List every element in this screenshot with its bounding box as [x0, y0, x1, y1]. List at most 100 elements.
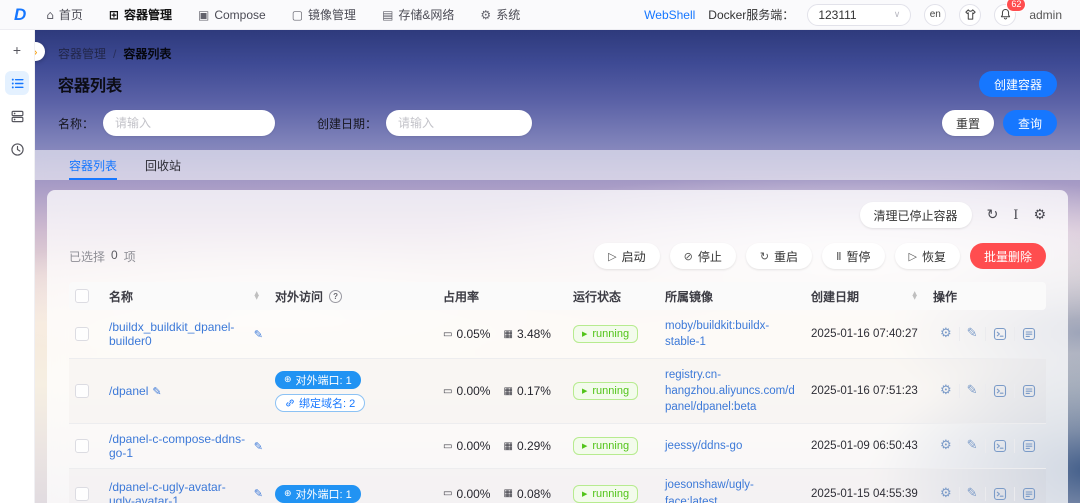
username-menu[interactable]: admin — [1029, 8, 1062, 22]
logs-icon[interactable] — [1013, 439, 1043, 454]
table-row: /dpanel ✎ ⊕ 对外端口: 1 绑定域名: 2 ▭ 0.00% ▦ 0.17%… — [69, 359, 1046, 425]
language-button[interactable]: en — [924, 3, 947, 26]
webshell-link[interactable]: WebShell — [644, 8, 695, 22]
column-header-created[interactable]: 创建日期 ▲ ▼ — [805, 288, 927, 305]
image-link[interactable]: moby/buildkit:buildx-stable-1 — [665, 318, 799, 350]
container-settings-icon[interactable]: ⚙ — [933, 486, 959, 501]
container-edit-icon[interactable]: ✎ — [958, 439, 985, 454]
column-header-ops: 操作 — [933, 289, 958, 304]
image-link[interactable]: joesonshaw/ugly-face:latest — [665, 477, 799, 503]
nav-item-storage-network[interactable]: ▤ 存储&网络 — [382, 6, 454, 23]
logs-icon[interactable] — [1013, 486, 1043, 501]
row-checkbox[interactable] — [75, 384, 89, 399]
bound-domain-badge[interactable]: 绑定域名: 2 — [275, 393, 366, 412]
breadcrumb-separator: / — [113, 46, 117, 61]
row-checkbox[interactable] — [75, 486, 89, 501]
container-edit-icon[interactable]: ✎ — [958, 384, 985, 399]
memory-icon: ▦ — [503, 440, 513, 452]
terminal-icon[interactable] — [984, 327, 1014, 342]
nav-item-images[interactable]: ▢ 镜像管理 — [292, 6, 356, 23]
clean-stopped-button[interactable]: 清理已停止容器 — [859, 202, 972, 228]
logs-icon[interactable] — [1013, 327, 1043, 342]
logs-icon[interactable] — [1013, 384, 1043, 399]
container-settings-icon[interactable]: ⚙ — [933, 327, 959, 341]
docker-host-label: Docker服务端： — [708, 8, 795, 22]
stop-icon: ⊘ — [683, 249, 693, 263]
dpanel-logo[interactable]: D — [14, 5, 26, 25]
pause-button[interactable]: Ⅱ 暂停 — [822, 243, 885, 269]
nav-item-home[interactable]: ⌂ 首页 — [46, 6, 83, 23]
breadcrumb-parent[interactable]: 容器管理 — [58, 45, 106, 62]
column-header-name[interactable]: 名称 ▲ ▼ — [103, 288, 269, 305]
sidebar-item-resources[interactable] — [5, 104, 29, 128]
rename-icon[interactable]: ✎ — [254, 328, 263, 341]
select-all-checkbox[interactable] — [75, 289, 89, 303]
container-settings-icon[interactable]: ⚙ — [933, 384, 959, 398]
terminal-icon[interactable] — [984, 486, 1014, 501]
tab-recycle-bin[interactable]: 回收站 — [145, 150, 181, 180]
create-container-button[interactable]: 创建容器 — [978, 71, 1057, 97]
memory-icon: ▦ — [503, 385, 513, 397]
memory-icon: ▦ — [503, 488, 513, 500]
status-badge: ▶ running — [573, 325, 639, 344]
rename-icon[interactable]: ✎ — [254, 487, 263, 500]
column-header-image: 所属镜像 — [665, 289, 714, 304]
container-name-link[interactable]: /dpanel — [109, 384, 148, 398]
add-shortcut-button[interactable]: + — [5, 38, 29, 62]
row-checkbox[interactable] — [75, 439, 89, 454]
container-edit-icon[interactable]: ✎ — [958, 486, 985, 501]
row-checkbox[interactable] — [75, 327, 89, 342]
sort-icons[interactable]: ▲ ▼ — [912, 290, 917, 301]
reset-button[interactable]: 重置 — [941, 110, 994, 136]
image-link[interactable]: jeessy/ddns-go — [665, 438, 742, 454]
main-content: › 容器管理 / 容器列表 容器列表 创建容器 名称： 创建日期： 重置 查询 … — [35, 30, 1080, 503]
tab-container-list[interactable]: 容器列表 — [69, 150, 118, 180]
filter-bar: 名称： 创建日期： 重置 查询 — [58, 110, 1057, 136]
rename-icon[interactable]: ✎ — [254, 440, 263, 453]
table-header: 名称 ▲ ▼ 对外访问 ? 占用率 运行状态 所属镜像 创建日期 ▲ ▼ 操作 — [69, 282, 1046, 310]
nav-item-system[interactable]: ⚙ 系统 — [480, 6, 520, 23]
container-table: 名称 ▲▼ 对外访问 ? 占用率 运行状态 所属镜像 创建日期 ▲▼ 操作 — [69, 282, 1046, 503]
docker-host-select[interactable]: 123111 ∨ — [807, 3, 912, 26]
stop-button[interactable]: ⊘ 停止 — [669, 243, 736, 269]
name-filter-input[interactable] — [103, 110, 276, 136]
sidebar-collapse-button[interactable]: › — [35, 42, 45, 61]
sort-icons[interactable]: ▲ ▼ — [254, 290, 259, 301]
restart-button[interactable]: ↻ 重启 — [745, 243, 813, 269]
batch-delete-button[interactable]: 批量删除 — [969, 243, 1046, 269]
container-settings-icon[interactable]: ⚙ — [933, 439, 959, 453]
exposed-port-badge[interactable]: ⊕ 对外端口: 1 — [275, 484, 361, 503]
rename-icon[interactable]: ✎ — [152, 385, 161, 398]
container-name-link[interactable]: /dpanel-c-ugly-avatar-ugly-avatar-1 — [109, 480, 250, 503]
breadcrumb: 容器管理 / 容器列表 — [58, 30, 1068, 62]
terminal-icon[interactable] — [984, 384, 1014, 399]
exposed-port-badge[interactable]: ⊕ 对外端口: 1 — [275, 370, 361, 389]
container-edit-icon[interactable]: ✎ — [958, 327, 985, 342]
sidebar-item-history[interactable] — [5, 137, 29, 161]
navbar-right: WebShell Docker服务端： 123111 ∨ en 62 admin — [644, 0, 1062, 26]
nav-item-compose[interactable]: ▣ Compose — [198, 8, 266, 22]
notification-badge: 62 — [1006, 0, 1027, 12]
terminal-icon[interactable] — [984, 439, 1014, 454]
notifications-button[interactable]: 62 — [994, 0, 1027, 26]
play-icon: ▶ — [582, 442, 588, 451]
refresh-icon[interactable]: ↻ — [987, 207, 999, 223]
date-filter-input[interactable] — [386, 110, 533, 136]
theme-button[interactable] — [959, 3, 982, 26]
resume-button[interactable]: ▷ 恢复 — [894, 243, 960, 269]
density-icon[interactable]: I — [1013, 208, 1018, 223]
container-name-link[interactable]: /dpanel-c-compose-ddns-go-1 — [109, 432, 250, 460]
breadcrumb-current: 容器列表 — [123, 47, 172, 61]
clock-icon — [10, 142, 25, 157]
status-badge: ▶ running — [573, 382, 639, 401]
column-settings-icon[interactable]: ⚙ — [1033, 207, 1046, 223]
page-title: 容器列表 — [58, 78, 123, 95]
sidebar-item-container-list[interactable] — [5, 71, 29, 95]
start-button[interactable]: ▷ 启动 — [594, 243, 660, 269]
query-button[interactable]: 查询 — [1002, 110, 1057, 136]
image-link[interactable]: registry.cn-hangzhou.aliyuncs.com/dpanel… — [665, 367, 799, 415]
nav-item-containers[interactable]: ⊞ 容器管理 — [109, 6, 172, 23]
question-circle-icon[interactable]: ? — [329, 289, 343, 303]
left-sidebar: + — [0, 30, 35, 503]
container-name-link[interactable]: /buildx_buildkit_dpanel-builder0 — [109, 320, 250, 348]
